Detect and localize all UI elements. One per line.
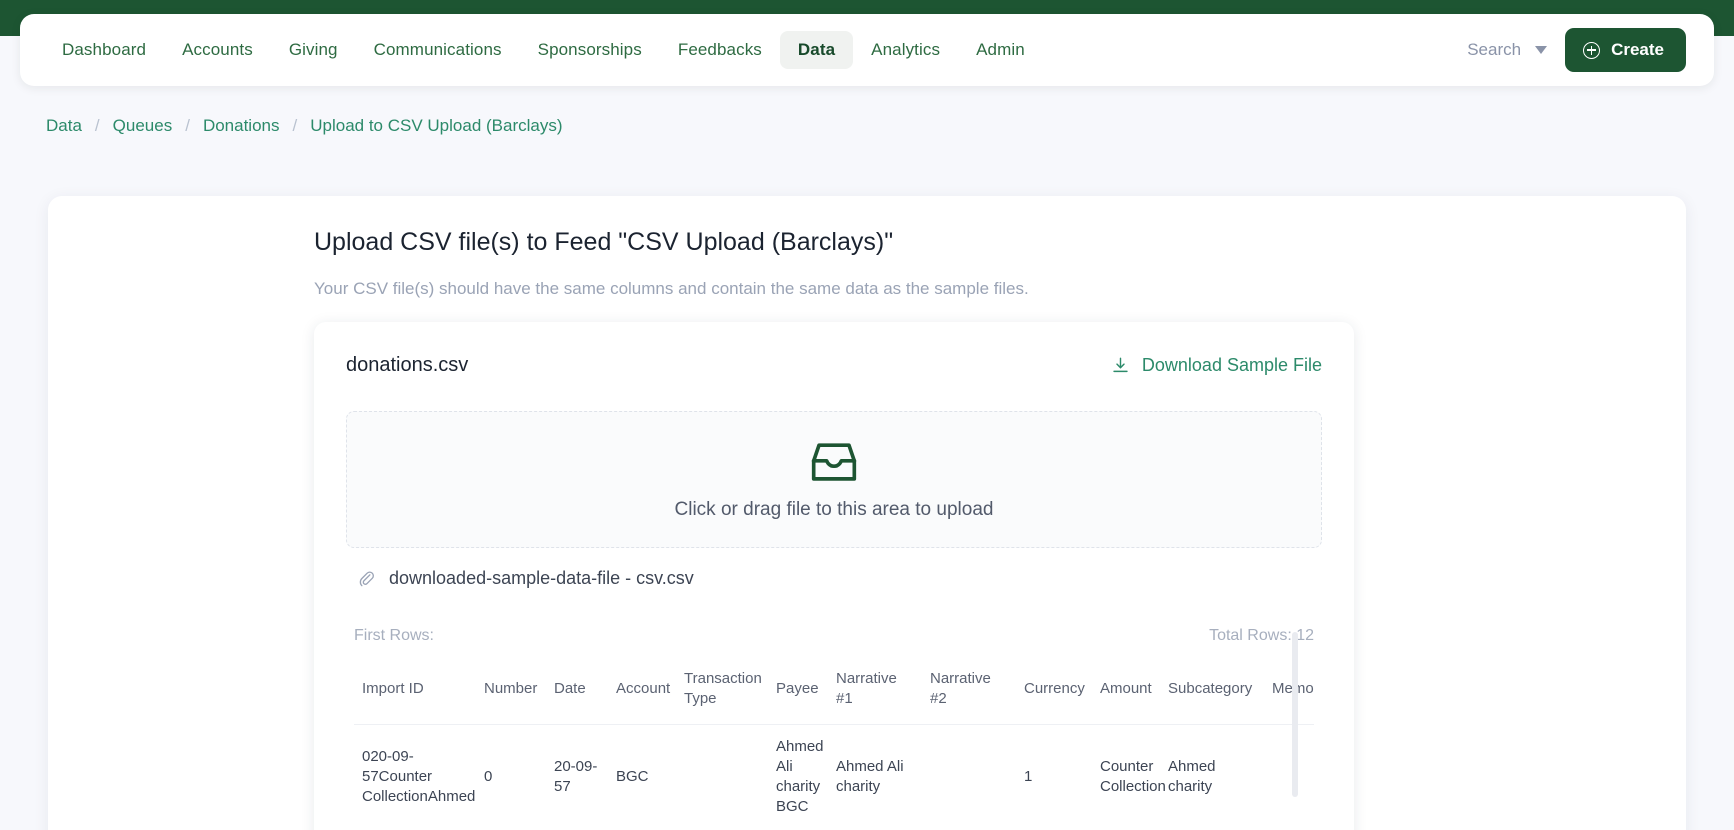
breadcrumb-item-queues[interactable]: Queues [113, 116, 173, 136]
col-header-payee: Payee [776, 680, 819, 698]
table-row: 020-09-57Counter CollectionAhmed 0 20-09… [354, 723, 1314, 830]
col-header-memo: Memo [1264, 659, 1314, 724]
cell-payee: Ahmed Ali charity BGC [768, 723, 828, 830]
preview-table-head: Import ID Number Date Account Transactio… [354, 659, 1314, 724]
download-sample-file-link[interactable]: Download Sample File [1111, 355, 1322, 376]
nav-item-admin[interactable]: Admin [958, 31, 1043, 69]
search-dropdown[interactable]: Search [1467, 40, 1548, 60]
col-header-transaction-type: Transaction Type [684, 670, 762, 708]
col-header-narrative-2: Narrative #2 [930, 670, 991, 708]
file-dropzone[interactable]: Click or drag file to this area to uploa… [346, 411, 1322, 548]
col-header-account: Account [616, 680, 671, 698]
search-label: Search [1467, 40, 1522, 59]
breadcrumb-separator: / [94, 116, 100, 135]
download-sample-file-label: Download Sample File [1141, 355, 1322, 375]
preview-table-container[interactable]: Import ID Number Date Account Transactio… [354, 659, 1314, 830]
upload-panel-header: donations.csv Download Sample File [314, 322, 1354, 377]
create-button[interactable]: Create [1565, 28, 1686, 72]
rows-meta: First Rows: Total Rows: 12 [354, 627, 1314, 645]
feed-file-name: donations.csv [346, 354, 469, 376]
nav-item-accounts[interactable]: Accounts [164, 31, 271, 69]
preview-table-body: 020-09-57Counter CollectionAhmed 0 20-09… [354, 723, 1314, 830]
total-rows-label: Total Rows: 12 [1209, 627, 1314, 644]
attached-file-row[interactable]: downloaded-sample-data-file - csv.csv [358, 568, 1322, 589]
col-header-currency: Currency [1024, 680, 1085, 698]
col-header-date: Date [554, 680, 586, 698]
create-button-label: Create [1611, 40, 1664, 59]
nav-item-analytics[interactable]: Analytics [853, 31, 958, 69]
cell-narrative-1: Ahmed Ali charity [828, 723, 922, 830]
breadcrumb-item-donations[interactable]: Donations [203, 116, 280, 136]
nav-item-dashboard[interactable]: Dashboard [44, 31, 164, 69]
breadcrumb: Data / Queues / Donations / Upload to CS… [46, 116, 563, 136]
preview-table: Import ID Number Date Account Transactio… [354, 659, 1314, 830]
nav-item-data[interactable]: Data [779, 31, 854, 69]
page-content-card: Upload CSV file(s) to Feed "CSV Upload (… [48, 196, 1686, 830]
download-icon [1113, 357, 1128, 373]
col-header-subcategory: Subcategory [1168, 680, 1253, 698]
nav-right-group: Search Create [1467, 28, 1690, 72]
breadcrumb-separator: / [185, 116, 190, 135]
cell-account: BGC [608, 723, 676, 830]
page-title: Upload CSV file(s) to Feed "CSV Upload (… [314, 228, 894, 256]
top-navigation-bar: Dashboard Accounts Giving Communications… [20, 14, 1714, 86]
col-header-import-id: Import ID [362, 680, 424, 698]
paperclip-icon [359, 571, 374, 587]
page-subtitle: Your CSV file(s) should have the same co… [314, 279, 1029, 298]
nav-item-feedbacks[interactable]: Feedbacks [660, 31, 780, 69]
cell-narrative-2 [922, 723, 1016, 830]
nav-item-giving[interactable]: Giving [271, 31, 356, 69]
cell-memo [1264, 723, 1314, 830]
upload-panel: donations.csv Download Sample File Click… [314, 322, 1354, 830]
dropzone-label: Click or drag file to this area to uploa… [674, 498, 994, 520]
col-header-narrative-1: Narrative #1 [836, 670, 897, 708]
breadcrumb-item-data[interactable]: Data [46, 116, 82, 136]
cell-number: 0 [476, 723, 546, 830]
breadcrumb-item-current[interactable]: Upload to CSV Upload (Barclays) [310, 116, 562, 136]
cell-amount: Counter Collection [1092, 723, 1166, 830]
attached-file-name: downloaded-sample-data-file - csv.csv [389, 568, 694, 588]
nav-item-communications[interactable]: Communications [356, 31, 520, 69]
breadcrumb-separator: / [292, 116, 298, 135]
table-header-row: Import ID Number Date Account Transactio… [354, 659, 1314, 724]
table-vertical-scrollbar[interactable] [1292, 632, 1298, 797]
inbox-icon [811, 442, 857, 481]
nav-item-sponsorships[interactable]: Sponsorships [520, 31, 660, 69]
cell-subcategory: Ahmed charity [1160, 723, 1264, 830]
cell-date: 20-09-57 [546, 723, 608, 830]
cell-currency: 1 [1016, 723, 1092, 830]
plus-circle-icon [1583, 41, 1601, 59]
first-rows-label: First Rows: [354, 627, 434, 644]
col-header-amount: Amount [1100, 680, 1152, 698]
nav-items: Dashboard Accounts Giving Communications… [44, 31, 1043, 69]
chevron-down-icon [1535, 46, 1548, 54]
cell-import-id: 020-09-57Counter CollectionAhmed [354, 723, 476, 830]
cell-transaction-type [676, 723, 768, 830]
col-header-number: Number [484, 680, 538, 698]
